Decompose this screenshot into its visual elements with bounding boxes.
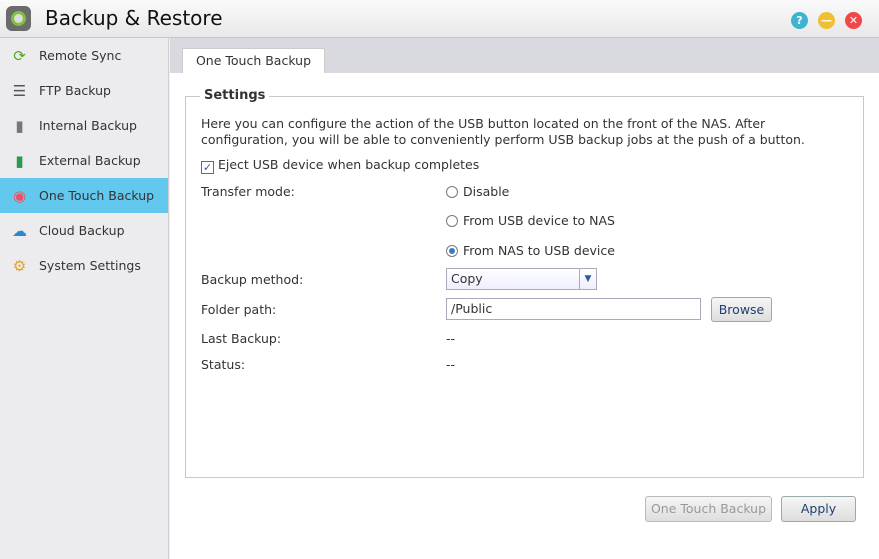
- sidebar-item-one-touch-backup[interactable]: ◉ One Touch Backup: [0, 178, 168, 213]
- browse-button[interactable]: Browse: [711, 297, 772, 322]
- radio-button[interactable]: [446, 186, 458, 198]
- cloud-icon: ☁: [12, 221, 27, 240]
- radio-nas-to-usb[interactable]: From NAS to USB device: [446, 243, 615, 258]
- title-bar: Backup & Restore ? — ✕: [0, 0, 879, 38]
- eject-checkbox-row[interactable]: ✓ Eject USB device when backup completes: [201, 157, 479, 174]
- sidebar-item-label: External Backup: [39, 153, 141, 168]
- folder-path-input[interactable]: /Public: [446, 298, 701, 320]
- radio-label: Disable: [463, 184, 510, 199]
- sidebar-item-label: Cloud Backup: [39, 223, 125, 238]
- main-panel: One Touch Backup Settings Here you can c…: [170, 38, 879, 559]
- sidebar-item-external-backup[interactable]: ▮ External Backup: [0, 143, 168, 178]
- sidebar-item-label: System Settings: [39, 258, 141, 273]
- gear-icon: ⚙: [12, 256, 27, 275]
- backup-method-label: Backup method:: [201, 272, 304, 287]
- eject-checkbox[interactable]: ✓: [201, 161, 214, 174]
- sidebar-item-ftp-backup[interactable]: ☰ FTP Backup: [0, 73, 168, 108]
- sidebar-item-internal-backup[interactable]: ▮ Internal Backup: [0, 108, 168, 143]
- settings-legend: Settings: [200, 88, 270, 103]
- tab-strip: One Touch Backup: [170, 38, 879, 73]
- status-label: Status:: [201, 357, 246, 372]
- sidebar: ⟳ Remote Sync ☰ FTP Backup ▮ Internal Backu…: [0, 38, 169, 559]
- last-backup-value: --: [446, 331, 456, 346]
- window-title: Backup & Restore: [45, 6, 223, 30]
- radio-label: From USB device to NAS: [463, 213, 615, 228]
- minimize-icon[interactable]: —: [818, 12, 835, 29]
- folder-path-label: Folder path:: [201, 302, 277, 317]
- ftp-icon: ☰: [12, 81, 27, 100]
- help-icon[interactable]: ?: [791, 12, 808, 29]
- description: Here you can configure the action of the…: [201, 116, 805, 147]
- close-icon[interactable]: ✕: [845, 12, 862, 29]
- one-touch-backup-button[interactable]: One Touch Backup: [645, 496, 772, 522]
- sidebar-item-cloud-backup[interactable]: ☁ Cloud Backup: [0, 213, 168, 248]
- chevron-down-icon[interactable]: ▼: [579, 269, 596, 289]
- apply-button[interactable]: Apply: [781, 496, 856, 522]
- radio-usb-to-nas[interactable]: From USB device to NAS: [446, 213, 615, 228]
- radio-button[interactable]: [446, 215, 458, 227]
- backup-method-value: Copy: [451, 271, 483, 286]
- sidebar-item-label: Internal Backup: [39, 118, 137, 133]
- tab-one-touch-backup[interactable]: One Touch Backup: [182, 48, 325, 73]
- radio-disable[interactable]: Disable: [446, 184, 509, 199]
- external-drive-icon: ▮: [15, 151, 24, 170]
- radio-button[interactable]: [446, 245, 458, 257]
- remote-sync-icon: ⟳: [13, 46, 26, 65]
- sidebar-item-label: FTP Backup: [39, 83, 111, 98]
- sidebar-item-system-settings[interactable]: ⚙ System Settings: [0, 248, 168, 283]
- eject-label: Eject USB device when backup completes: [218, 157, 480, 172]
- sidebar-item-remote-sync[interactable]: ⟳ Remote Sync: [0, 38, 168, 73]
- settings-fieldset: Settings Here you can configure the acti…: [185, 88, 864, 478]
- sidebar-item-label: Remote Sync: [39, 48, 122, 63]
- last-backup-label: Last Backup:: [201, 331, 282, 346]
- app-logo-icon: [6, 6, 31, 31]
- transfer-mode-label: Transfer mode:: [201, 184, 295, 199]
- sidebar-item-label: One Touch Backup: [39, 188, 155, 203]
- status-value: --: [446, 357, 456, 372]
- one-touch-icon: ◉: [12, 186, 27, 205]
- radio-label: From NAS to USB device: [463, 243, 615, 258]
- internal-drive-icon: ▮: [15, 116, 24, 135]
- backup-method-select[interactable]: Copy ▼: [446, 268, 597, 290]
